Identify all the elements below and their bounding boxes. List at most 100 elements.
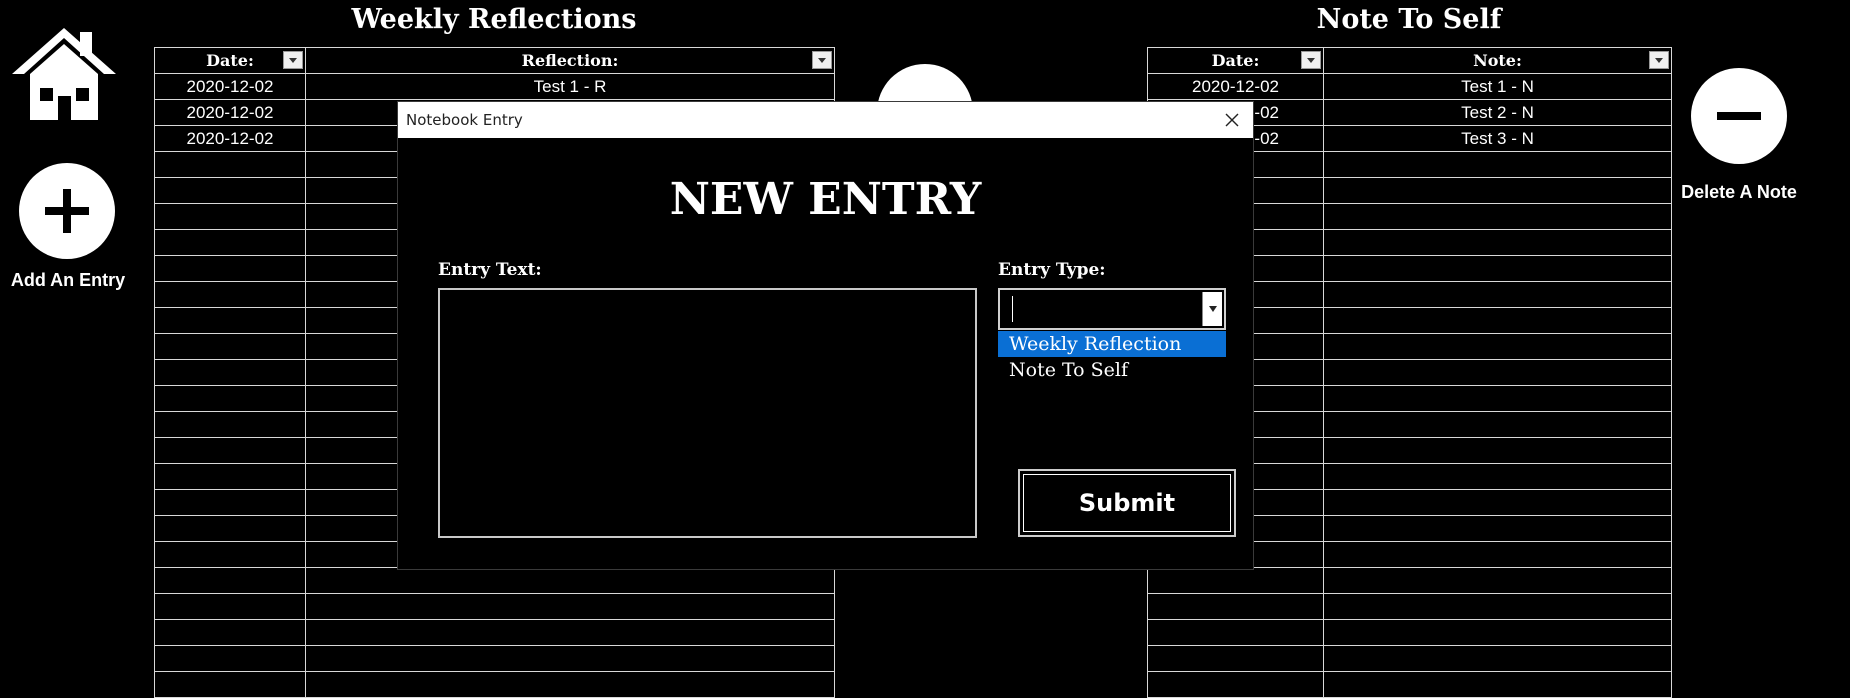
date-cell[interactable] [154, 515, 306, 542]
text-cell[interactable] [1323, 281, 1672, 308]
date-cell[interactable] [154, 567, 306, 594]
reflections-title: Weekly Reflections [351, 4, 637, 35]
table-row [1147, 567, 1672, 594]
date-cell[interactable] [154, 229, 306, 256]
date-cell[interactable] [1147, 671, 1324, 698]
dialog-titlebar[interactable]: Notebook Entry [398, 102, 1253, 138]
header-label: Reflection: [521, 51, 619, 70]
text-cell[interactable]: Test 1 - N [1323, 73, 1672, 100]
close-button[interactable] [1217, 105, 1247, 135]
text-cell[interactable] [305, 593, 835, 620]
column-header-date: Date: [154, 47, 306, 74]
date-cell[interactable] [1147, 619, 1324, 646]
chevron-down-icon [1208, 306, 1217, 312]
date-cell[interactable] [154, 671, 306, 698]
date-cell[interactable] [154, 177, 306, 204]
column-header-reflection: Reflection: [305, 47, 835, 74]
text-cell[interactable] [305, 567, 835, 594]
text-cell[interactable] [1323, 229, 1672, 256]
entry-type-dropdown-list: Weekly Reflection Note To Self [998, 331, 1226, 383]
date-cell[interactable] [1147, 593, 1324, 620]
text-cell[interactable] [1323, 645, 1672, 672]
entry-type-combobox[interactable] [998, 288, 1226, 330]
header-label: Date: [1211, 51, 1260, 70]
text-cell[interactable] [1323, 463, 1672, 490]
delete-note-button[interactable] [1691, 68, 1787, 164]
date-cell[interactable] [154, 411, 306, 438]
date-cell[interactable] [154, 151, 306, 178]
text-cell[interactable] [305, 619, 835, 646]
date-cell[interactable] [154, 203, 306, 230]
table-row [1147, 619, 1672, 646]
text-cell[interactable] [1323, 619, 1672, 646]
filter-dropdown-button[interactable] [1301, 51, 1321, 69]
notes-title: Note To Self [1316, 4, 1502, 35]
text-cell[interactable] [1323, 541, 1672, 568]
filter-dropdown-button[interactable] [1649, 51, 1669, 69]
text-cell[interactable] [1323, 385, 1672, 412]
chevron-down-icon [289, 57, 297, 63]
text-cell[interactable] [1323, 333, 1672, 360]
date-cell[interactable] [154, 593, 306, 620]
text-cell[interactable]: Test 3 - N [1323, 125, 1672, 152]
table-row [154, 645, 835, 672]
text-cell[interactable] [1323, 437, 1672, 464]
text-cell[interactable] [1323, 203, 1672, 230]
column-header-note: Note: [1323, 47, 1672, 74]
date-cell[interactable]: 2020-12-02 [154, 125, 306, 152]
text-cell[interactable] [305, 645, 835, 672]
home-icon[interactable] [10, 22, 118, 126]
date-cell[interactable]: 2020-12-02 [154, 99, 306, 126]
table-row [1147, 645, 1672, 672]
table-row [154, 567, 835, 594]
combobox-dropdown-button[interactable] [1202, 292, 1222, 326]
date-cell[interactable] [154, 333, 306, 360]
filter-dropdown-button[interactable] [812, 51, 832, 69]
text-cell[interactable] [1323, 255, 1672, 282]
text-cell[interactable] [1323, 489, 1672, 516]
date-cell[interactable] [154, 281, 306, 308]
chevron-down-icon [1655, 57, 1663, 63]
dialog-heading: NEW ENTRY [669, 174, 982, 225]
text-cell[interactable] [305, 671, 835, 698]
date-cell[interactable]: 2020-12-02 [154, 73, 306, 100]
table-row: 2020-12-02 Test 1 - N [1147, 73, 1672, 100]
text-cell[interactable] [1323, 307, 1672, 334]
text-cell[interactable] [1323, 567, 1672, 594]
text-cell[interactable] [1323, 359, 1672, 386]
date-cell[interactable] [154, 541, 306, 568]
date-cell[interactable] [154, 359, 306, 386]
text-cell[interactable]: Test 1 - R [305, 73, 835, 100]
date-cell[interactable] [154, 645, 306, 672]
add-entry-button[interactable] [19, 163, 115, 259]
text-cell[interactable] [1323, 515, 1672, 542]
text-cell[interactable] [1323, 671, 1672, 698]
minus-icon [1717, 112, 1761, 120]
text-cell[interactable] [1323, 593, 1672, 620]
header-label: Date: [206, 51, 254, 70]
text-cell[interactable] [1323, 411, 1672, 438]
option-weekly-reflection[interactable]: Weekly Reflection [998, 331, 1226, 357]
date-cell[interactable] [1147, 567, 1324, 594]
filter-dropdown-button[interactable] [283, 51, 303, 69]
date-cell[interactable] [154, 489, 306, 516]
column-header-date: Date: [1147, 47, 1324, 74]
table-row [1147, 671, 1672, 698]
date-cell[interactable] [154, 463, 306, 490]
date-cell[interactable] [154, 385, 306, 412]
option-note-to-self[interactable]: Note To Self [998, 357, 1226, 383]
submit-button[interactable]: Submit [1018, 469, 1236, 537]
date-cell[interactable] [154, 437, 306, 464]
date-cell[interactable] [1147, 645, 1324, 672]
date-cell[interactable] [154, 619, 306, 646]
date-cell[interactable] [154, 255, 306, 282]
table-row [154, 619, 835, 646]
chevron-down-icon [818, 57, 826, 63]
date-cell[interactable] [154, 307, 306, 334]
text-cell[interactable]: Test 2 - N [1323, 99, 1672, 126]
delete-note-label: Delete A Note [1681, 182, 1797, 202]
date-cell[interactable]: 2020-12-02 [1147, 73, 1324, 100]
entry-text-input[interactable] [438, 288, 977, 538]
text-cell[interactable] [1323, 151, 1672, 178]
text-cell[interactable] [1323, 177, 1672, 204]
